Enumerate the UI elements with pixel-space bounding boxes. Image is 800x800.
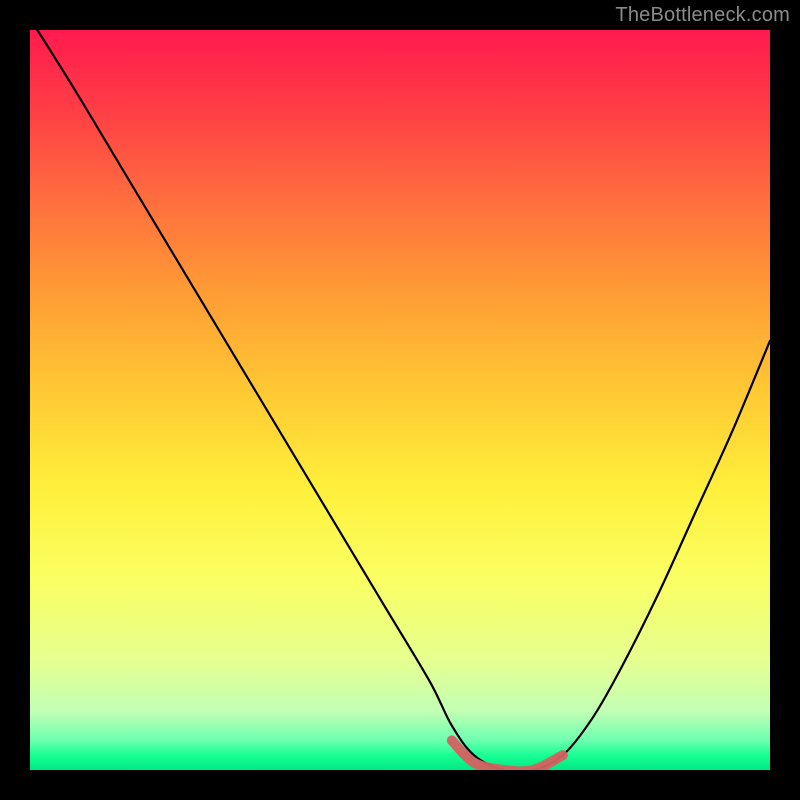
- chart-frame: TheBottleneck.com: [0, 0, 800, 800]
- curve-layer: [30, 30, 770, 770]
- bottleneck-curve: [37, 30, 770, 770]
- watermark-text: TheBottleneck.com: [615, 4, 790, 27]
- plot-area: [30, 30, 770, 770]
- optimal-range-marker: [452, 740, 563, 770]
